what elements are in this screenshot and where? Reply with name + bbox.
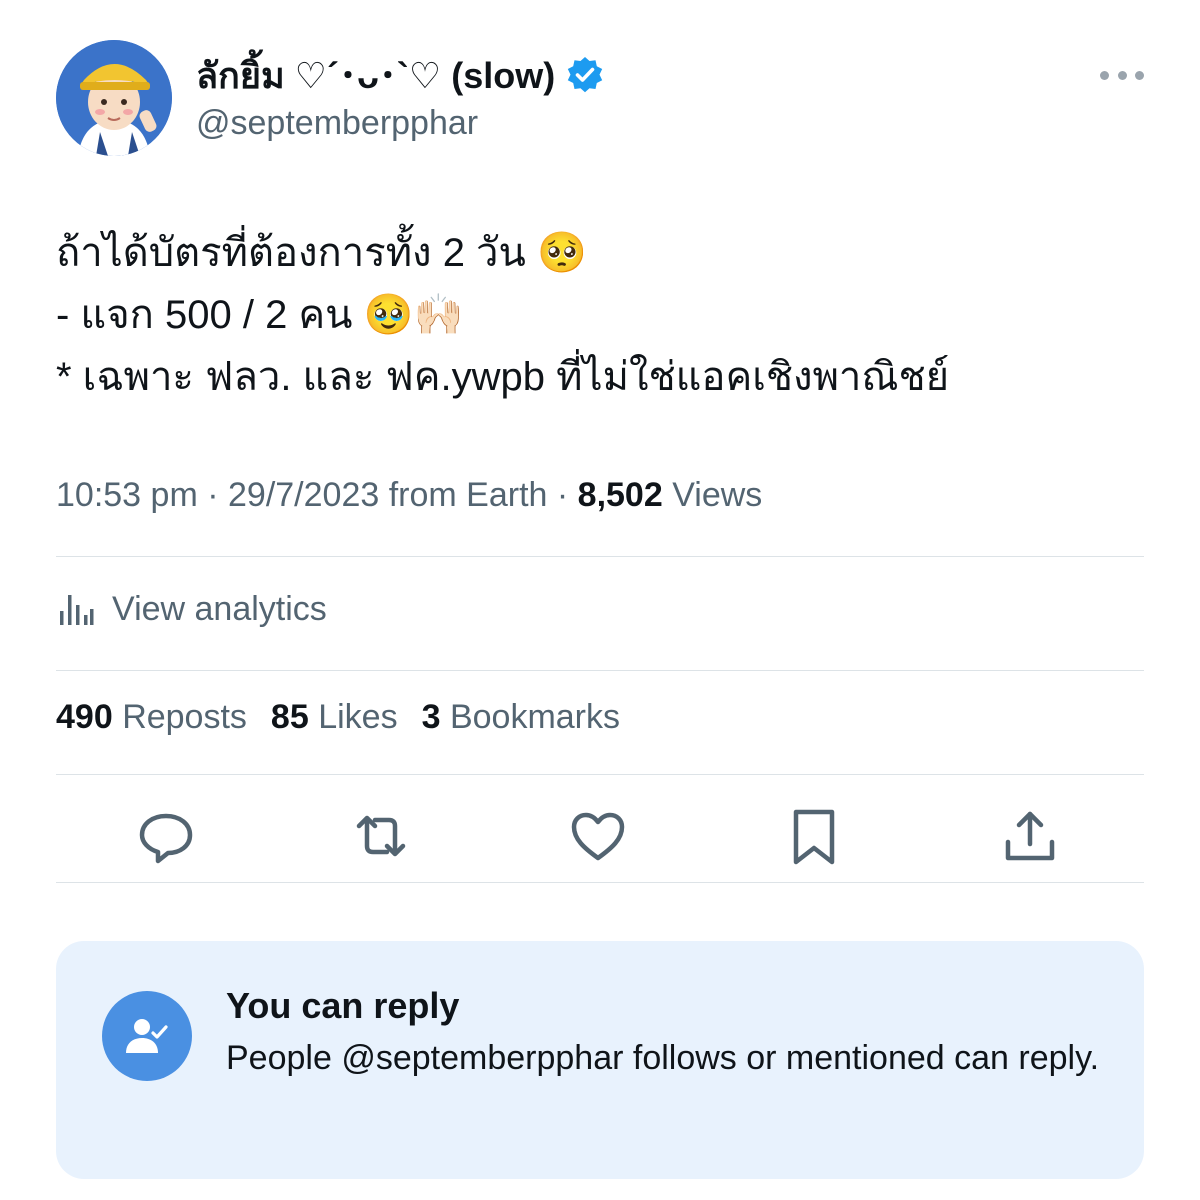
- tweet-line: - แจก 500 / 2 คน 🥹🙌🏻: [56, 293, 464, 337]
- display-name[interactable]: ลักยิ้ม ♡´･ᴗ･`♡ (slow): [196, 47, 555, 104]
- reply-restriction-icon: [102, 991, 192, 1081]
- verified-badge-icon: [568, 57, 603, 93]
- reply-restriction-notice: You can reply People @septemberpphar fol…: [56, 941, 1144, 1179]
- tweet-date[interactable]: 29/7/2023: [228, 476, 379, 514]
- reply-restriction-description: People @septemberpphar follows or mentio…: [226, 1039, 1100, 1077]
- tweet-line: ถ้าได้บัตรที่ต้องการทั้ง 2 วัน 🥺: [56, 231, 587, 275]
- view-analytics-label: View analytics: [112, 589, 327, 628]
- engagement-stats: 490 Reposts 85 Likes 3 Bookmarks: [56, 698, 620, 737]
- tweet-text: ถ้าได้บัตรที่ต้องการทั้ง 2 วัน 🥺 - แจก 5…: [56, 222, 1144, 408]
- bar-chart-icon: [60, 595, 94, 625]
- tweet-metadata: 10:53 pm · 29/7/2023 from Earth · 8,502 …: [56, 476, 762, 515]
- views-label: Views: [672, 476, 763, 514]
- view-analytics-button[interactable]: View analytics: [56, 584, 327, 634]
- divider: [56, 882, 1144, 883]
- views-count: 8,502: [577, 476, 663, 514]
- tweet-line: * เฉพาะ ฟลว. และ ฟค.ywpb ที่ไม่ใช่แอคเชิ…: [56, 355, 950, 399]
- divider: [56, 774, 1144, 775]
- bookmarks-stat[interactable]: 3 Bookmarks: [422, 698, 620, 737]
- likes-stat[interactable]: 85 Likes: [271, 698, 398, 737]
- divider: [56, 670, 1144, 671]
- repost-icon[interactable]: [351, 806, 411, 866]
- reply-icon[interactable]: [136, 806, 196, 866]
- divider: [56, 556, 1144, 557]
- tweet-header: ลักยิ้ม ♡´･ᴗ･`♡ (slow) @septemberpphar: [56, 40, 1144, 160]
- separator: ·: [207, 476, 219, 514]
- more-options-icon[interactable]: [1100, 60, 1144, 90]
- avatar[interactable]: [56, 40, 172, 156]
- share-icon[interactable]: [1000, 806, 1060, 866]
- reposts-stat[interactable]: 490 Reposts: [56, 698, 247, 737]
- separator: ·: [556, 476, 569, 514]
- tweet-source: from Earth: [388, 476, 548, 514]
- action-bar: [56, 800, 1144, 870]
- bookmark-icon[interactable]: [784, 806, 844, 866]
- like-icon[interactable]: [568, 806, 628, 866]
- reply-restriction-title: You can reply: [226, 985, 460, 1026]
- user-handle[interactable]: @septemberpphar: [196, 104, 605, 143]
- tweet-time[interactable]: 10:53 pm: [56, 476, 198, 514]
